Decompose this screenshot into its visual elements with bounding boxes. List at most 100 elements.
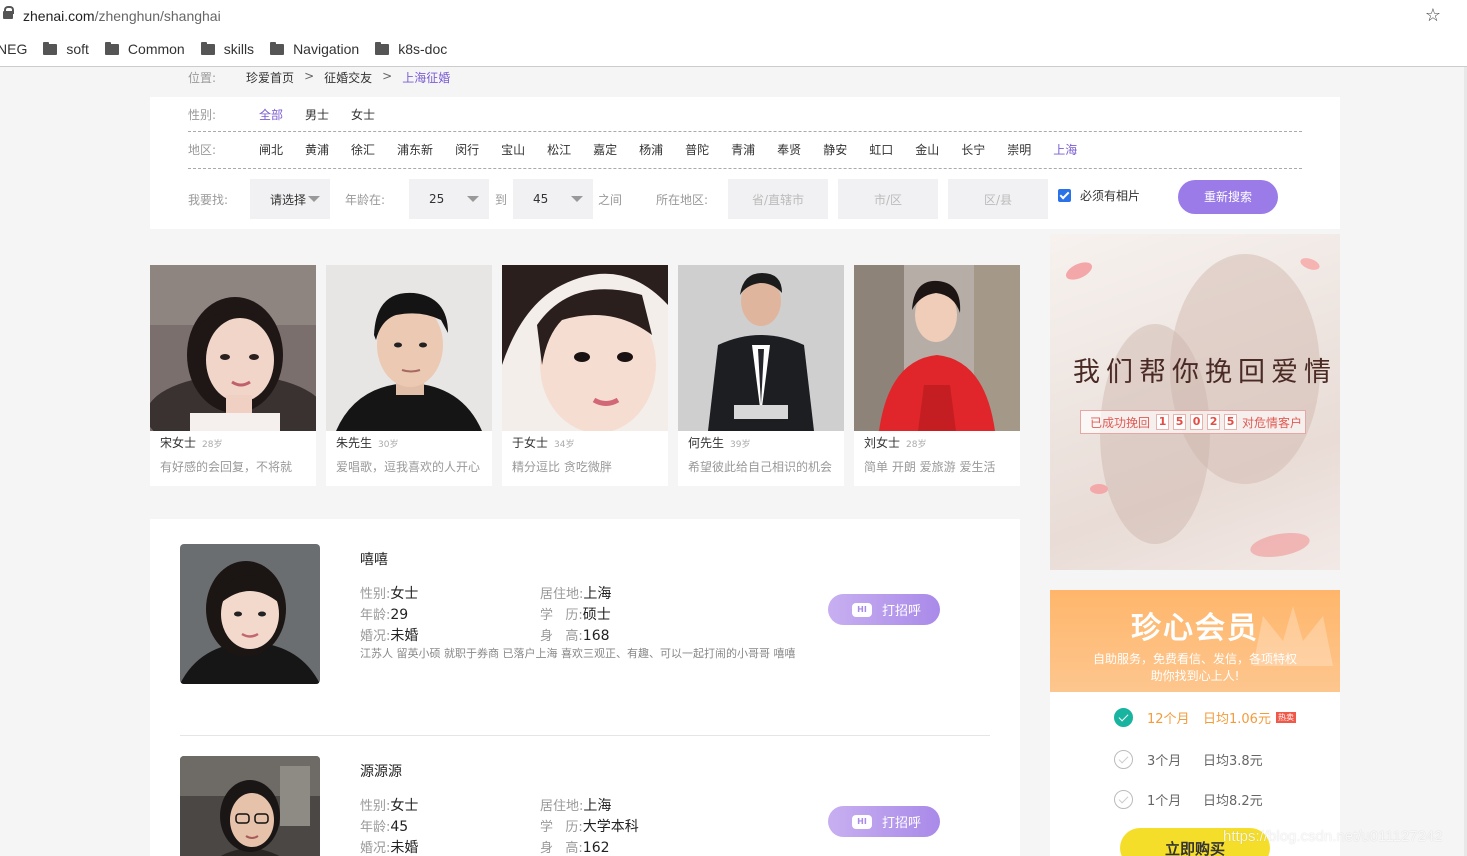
- region-option[interactable]: 杨浦: [639, 141, 663, 158]
- profile-photo[interactable]: [854, 265, 1020, 431]
- check-circle-icon[interactable]: [1114, 750, 1133, 769]
- region-option[interactable]: 青浦: [731, 141, 755, 158]
- recommend-card[interactable]: 何先生 39岁 希望彼此给自己相识的机会: [678, 265, 844, 486]
- url-text[interactable]: zhenai.com/zhenghun/shanghai: [23, 8, 221, 24]
- chevron-down-icon: [571, 196, 584, 202]
- region-option[interactable]: 奉贤: [777, 141, 801, 158]
- region-label: 地区:: [188, 143, 217, 157]
- counter-suffix: 对危情客户: [1242, 415, 1303, 430]
- folder-icon: [200, 41, 215, 55]
- recommend-card[interactable]: 宋女士 28岁 有好感的会回复，不将就: [150, 265, 316, 486]
- gender-option-female[interactable]: 女士: [351, 106, 375, 123]
- profile-photo[interactable]: [326, 265, 492, 431]
- region-option[interactable]: 闵行: [455, 141, 479, 158]
- member-info-row: 性别:女士 居住地:上海: [360, 798, 612, 814]
- member-info-row: 婚况:未婚 身 高:168: [360, 628, 610, 644]
- plan-1-month[interactable]: 1个月 日均8.2元: [1114, 790, 1263, 809]
- region-option[interactable]: 浦东新: [397, 141, 433, 158]
- folder-icon: [375, 41, 390, 55]
- province-select[interactable]: 省/直辖市: [728, 179, 829, 219]
- breadcrumb-dating[interactable]: 征婚交友: [324, 69, 372, 86]
- greet-button[interactable]: HI 打招呼: [828, 594, 940, 625]
- region-option[interactable]: 静安: [823, 141, 847, 158]
- age-label: 年龄在:: [345, 192, 386, 207]
- member-desc: 精分逗比 贪吃微胖: [512, 460, 612, 474]
- love-recovery-banner[interactable]: 我们帮你挽回爱情 已成功挽回 15025 对危情客户: [1050, 234, 1340, 570]
- recommend-card[interactable]: 于女士 34岁 精分逗比 贪吃微胖: [502, 265, 668, 486]
- plan-12-months[interactable]: 12个月 日均1.06元 热卖: [1114, 708, 1296, 727]
- profile-photo[interactable]: [150, 265, 316, 431]
- region-option[interactable]: 宝山: [501, 141, 525, 158]
- gender-option-male[interactable]: 男士: [305, 106, 329, 123]
- bookmark-navigation[interactable]: Navigation: [270, 41, 359, 57]
- member-desc: 希望彼此给自己相识的机会: [688, 460, 833, 474]
- bookmark-neg[interactable]: NEG: [0, 41, 27, 57]
- region-option[interactable]: 虹口: [869, 141, 893, 158]
- folder-icon: [270, 41, 285, 55]
- recommend-card[interactable]: 刘女士 28岁 简单 开朗 爱旅游 爱生活: [854, 265, 1020, 486]
- hot-badge: 热卖: [1275, 712, 1296, 723]
- member-name[interactable]: 何先生: [688, 436, 724, 450]
- age-to-select[interactable]: 45: [513, 179, 594, 219]
- member-age: 34岁: [554, 440, 575, 450]
- member-desc: 简单 开朗 爱旅游 爱生活: [864, 460, 996, 474]
- gender-filter: 性别: 全部 男士 女士: [188, 106, 397, 123]
- gender-option-all[interactable]: 全部: [259, 106, 283, 123]
- bookmark-star-icon[interactable]: ☆: [1425, 5, 1441, 26]
- member-name[interactable]: 宋女士: [160, 436, 196, 450]
- search-row: 我要找: 请选择 年龄在: 25 到 45 之间 所在地区: 省/直辖市 市/区…: [188, 179, 1279, 219]
- recommend-card[interactable]: 朱先生 30岁 爱唱歌，逗我喜欢的人开心: [326, 265, 492, 486]
- member-name[interactable]: 于女士: [512, 436, 548, 450]
- photo-required-label: 必须有相片: [1080, 188, 1141, 203]
- location-label: 所在地区:: [656, 192, 709, 207]
- city-select[interactable]: 市/区: [838, 179, 939, 219]
- region-option[interactable]: 黄浦: [305, 141, 329, 158]
- breadcrumb-current: 上海征婚: [402, 71, 451, 85]
- check-circle-icon[interactable]: [1114, 790, 1133, 809]
- profile-photo[interactable]: [502, 265, 668, 431]
- divider: [180, 735, 990, 736]
- divider: [188, 168, 1302, 169]
- divider: [188, 131, 1302, 132]
- region-option[interactable]: 闸北: [259, 141, 283, 158]
- region-option[interactable]: 徐汇: [351, 141, 375, 158]
- age-from-select[interactable]: 25: [409, 179, 489, 219]
- greet-button[interactable]: HI 打招呼: [828, 806, 940, 837]
- region-option[interactable]: 普陀: [685, 141, 709, 158]
- region-option[interactable]: 金山: [915, 141, 939, 158]
- watermark-text: https://blog.csdn.net/u011127242: [1223, 828, 1443, 845]
- region-filter: 地区: 闸北 黄浦 徐汇 浦东新 闵行 宝山 松江 嘉定 杨浦 普陀 青浦 奉贤 静安 虹口 金山 长宁 崇明 上…: [188, 141, 1099, 158]
- bookmark-common[interactable]: Common: [104, 41, 185, 57]
- region-option[interactable]: 松江: [547, 141, 571, 158]
- photo-required-checkbox[interactable]: [1058, 188, 1072, 202]
- region-option[interactable]: 长宁: [961, 141, 985, 158]
- bookmark-soft[interactable]: soft: [43, 41, 89, 57]
- member-name[interactable]: 嘻嘻: [360, 549, 388, 569]
- district-select[interactable]: 区/县: [948, 179, 1049, 219]
- member-name[interactable]: 源源源: [360, 761, 402, 781]
- search-button[interactable]: 重新搜索: [1178, 179, 1279, 214]
- member-avatar[interactable]: [180, 756, 320, 856]
- member-age: 30岁: [378, 440, 399, 450]
- region-option[interactable]: 崇明: [1007, 141, 1031, 158]
- bookmark-skills[interactable]: skills: [200, 41, 254, 57]
- member-name[interactable]: 刘女士: [864, 436, 900, 450]
- plan-3-months[interactable]: 3个月 日均3.8元: [1114, 750, 1263, 769]
- breadcrumb: 位置: 珍爱首页 > 征婚交友 > 上海征婚: [188, 69, 460, 86]
- check-circle-icon[interactable]: [1114, 708, 1133, 727]
- counter-digit: 2: [1207, 414, 1221, 430]
- profile-photo[interactable]: [678, 265, 844, 431]
- age-between-label: 之间: [598, 192, 623, 207]
- address-bar[interactable]: zhenai.com/zhenghun/shanghai ☆: [0, 0, 1467, 32]
- region-option[interactable]: 嘉定: [593, 141, 617, 158]
- member-avatar[interactable]: [180, 544, 320, 684]
- member-desc: 爱唱歌，逗我喜欢的人开心: [336, 460, 481, 474]
- member-age: 39岁: [730, 440, 751, 450]
- breadcrumb-separator: >: [304, 69, 315, 83]
- breadcrumb-home[interactable]: 珍爱首页: [246, 69, 294, 86]
- seek-select[interactable]: 请选择: [250, 179, 330, 219]
- region-option[interactable]: 上海: [1053, 141, 1077, 158]
- member-name[interactable]: 朱先生: [336, 436, 372, 450]
- bookmark-k8s-doc[interactable]: k8s-doc: [375, 41, 447, 57]
- age-to-label: 到: [495, 192, 508, 207]
